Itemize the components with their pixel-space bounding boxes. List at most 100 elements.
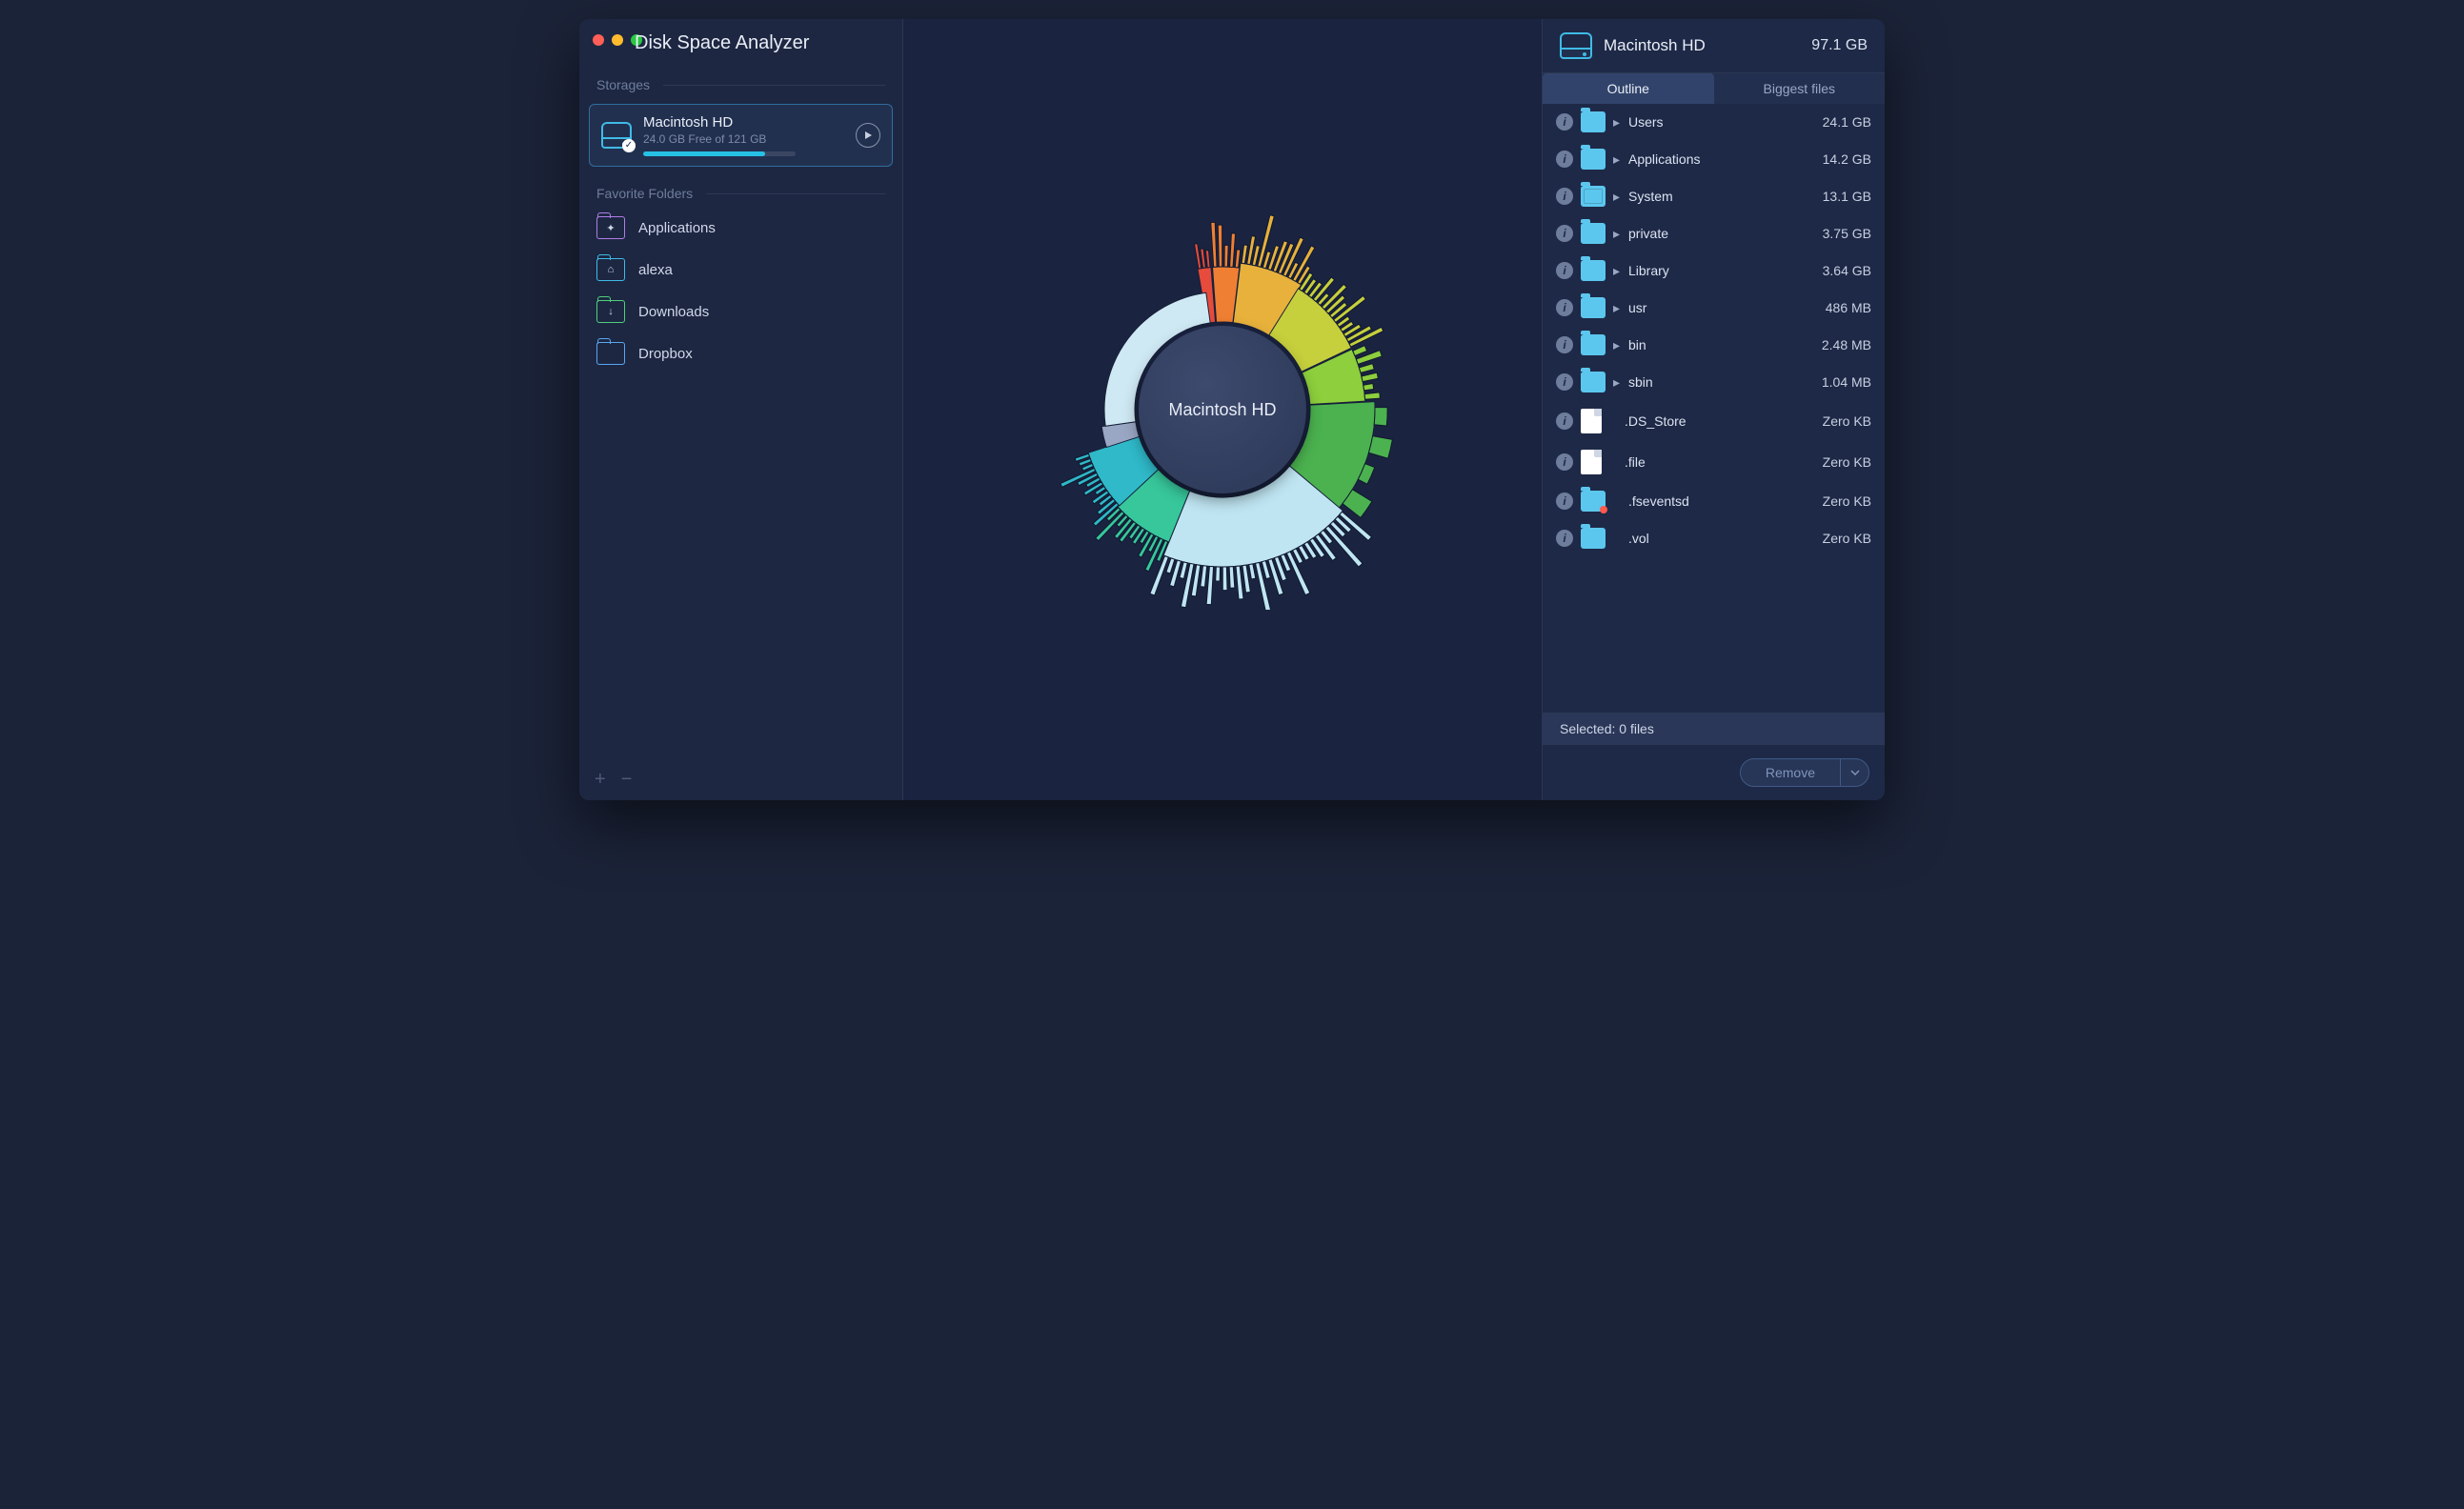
favorite-label: Downloads [638, 304, 709, 320]
favorite-item-downloads[interactable]: ↓ Downloads [579, 291, 902, 332]
disclosure-triangle-icon[interactable]: ▸ [1613, 263, 1621, 279]
storage-subtitle: 24.0 GB Free of 121 GB [643, 132, 844, 146]
right-panel-header: Macintosh HD 97.1 GB [1543, 19, 1885, 73]
outline-row[interactable]: i .fseventsd Zero KB [1543, 483, 1885, 520]
outline-item-name: sbin [1628, 374, 1814, 390]
outline-item-name: usr [1628, 300, 1818, 315]
right-panel-footer: Remove [1543, 744, 1885, 800]
folder-icon [1581, 223, 1606, 244]
outline-item-name: .fseventsd [1628, 493, 1815, 509]
outline-row[interactable]: i ▸ Library 3.64 GB [1543, 252, 1885, 290]
checkmark-badge-icon: ✓ [622, 139, 636, 152]
folder-icon [1581, 334, 1606, 355]
info-icon[interactable]: i [1556, 493, 1573, 510]
outline-item-size: 3.64 GB [1823, 263, 1871, 278]
sidebar: Disk Space Analyzer Storages ✓ Macintosh… [579, 19, 903, 800]
info-icon[interactable]: i [1556, 336, 1573, 353]
outline-row[interactable]: i ▸ usr 486 MB [1543, 290, 1885, 327]
disk-icon [1560, 32, 1592, 59]
info-icon[interactable]: i [1556, 262, 1573, 279]
scan-play-button[interactable] [856, 123, 880, 148]
info-icon[interactable]: i [1556, 530, 1573, 547]
info-icon[interactable]: i [1556, 412, 1573, 430]
outline-row[interactable]: i.volZero KB [1543, 520, 1885, 557]
disclosure-triangle-icon[interactable]: ▸ [1613, 300, 1621, 316]
storage-info: Macintosh HD 24.0 GB Free of 121 GB [643, 114, 844, 156]
storages-section-header: Storages [579, 64, 902, 98]
chart-area: Macintosh HD [903, 19, 1542, 800]
info-icon[interactable]: i [1556, 299, 1573, 316]
folder-icon [1581, 260, 1606, 281]
outline-item-size: 24.1 GB [1823, 114, 1871, 130]
outline-row[interactable]: i .DS_Store Zero KB [1543, 401, 1885, 442]
disclosure-triangle-icon[interactable]: ▸ [1613, 151, 1621, 168]
folder-icon [1581, 528, 1606, 549]
folder-icon [1581, 111, 1606, 132]
right-panel-title: Macintosh HD [1604, 36, 1800, 55]
favorite-item-alexa[interactable]: ⌂ alexa [579, 249, 902, 291]
folder-icon [1581, 372, 1606, 392]
info-icon[interactable]: i [1556, 188, 1573, 205]
outline-item-size: Zero KB [1823, 454, 1871, 470]
outline-item-name: System [1628, 189, 1815, 204]
info-icon[interactable]: i [1556, 113, 1573, 131]
outline-row[interactable]: i▸private3.75 GB [1543, 215, 1885, 252]
outline-item-name: .vol [1628, 531, 1815, 546]
remove-button[interactable]: Remove [1740, 758, 1869, 787]
disclosure-triangle-icon[interactable]: ▸ [1613, 337, 1621, 353]
outline-item-name: Library [1628, 263, 1815, 278]
tab-outline[interactable]: Outline [1543, 73, 1714, 104]
storage-usage-bar [643, 151, 796, 156]
outline-item-name: bin [1628, 337, 1814, 352]
storage-item-macintosh-hd[interactable]: ✓ Macintosh HD 24.0 GB Free of 121 GB [589, 104, 893, 167]
info-icon[interactable]: i [1556, 151, 1573, 168]
favorite-item-applications[interactable]: ✦Applications [579, 207, 902, 249]
outline-item-name: Applications [1628, 151, 1815, 167]
outline-item-size: 1.04 MB [1822, 374, 1871, 390]
outline-row[interactable]: i▸bin2.48 MB [1543, 327, 1885, 364]
disk-icon: ✓ [601, 122, 632, 149]
remove-button-dropdown[interactable] [1840, 759, 1868, 786]
outline-item-size: 486 MB [1826, 300, 1871, 315]
outline-list[interactable]: i▸Users24.1 GBi▸Applications14.2 GBi▸Sys… [1543, 104, 1885, 713]
tab-biggest-files[interactable]: Biggest files [1714, 73, 1886, 104]
file-icon [1581, 450, 1602, 474]
favorite-label: alexa [638, 262, 673, 278]
outline-item-name: private [1628, 226, 1815, 241]
sunburst-center-label: Macintosh HD [1139, 326, 1306, 493]
folder-icon [596, 342, 625, 365]
right-panel: Macintosh HD 97.1 GB Outline Biggest fil… [1542, 19, 1885, 800]
app-window: Disk Space Analyzer Storages ✓ Macintosh… [579, 19, 1885, 800]
favorite-label: Applications [638, 220, 716, 236]
disclosure-triangle-icon[interactable]: ▸ [1613, 114, 1621, 131]
selection-status: Selected: 0 files [1543, 713, 1885, 744]
outline-row[interactable]: i ▸ Users 24.1 GB [1543, 104, 1885, 141]
info-icon[interactable]: i [1556, 373, 1573, 391]
favorites-list: ✦Applications ⌂ alexa ↓ Downloads Dropbox [579, 207, 902, 374]
info-icon[interactable]: i [1556, 225, 1573, 242]
disclosure-triangle-icon[interactable]: ▸ [1613, 374, 1621, 391]
folder-icon: ⌂ [596, 258, 625, 281]
outline-item-name: Users [1628, 114, 1815, 130]
outline-item-size: Zero KB [1823, 413, 1871, 429]
disclosure-triangle-icon[interactable]: ▸ [1613, 226, 1621, 242]
favorite-item-dropbox[interactable]: Dropbox [579, 332, 902, 374]
add-favorite-button[interactable]: + [595, 769, 606, 791]
favorites-label: Favorite Folders [596, 186, 693, 201]
remove-favorite-button[interactable]: − [621, 769, 633, 791]
chevron-down-icon [1850, 768, 1860, 777]
storage-name: Macintosh HD [643, 114, 844, 131]
info-icon[interactable]: i [1556, 453, 1573, 471]
outline-item-name: .DS_Store [1625, 413, 1815, 429]
outline-row[interactable]: i▸Applications14.2 GB [1543, 141, 1885, 178]
outline-row[interactable]: i ▸ sbin 1.04 MB [1543, 364, 1885, 401]
folder-icon [1581, 491, 1606, 512]
disclosure-triangle-icon[interactable]: ▸ [1613, 189, 1621, 205]
outline-item-size: Zero KB [1823, 493, 1871, 509]
sunburst-chart[interactable]: Macintosh HD [1022, 210, 1423, 610]
outline-row[interactable]: i ▸ System 13.1 GB [1543, 178, 1885, 215]
file-icon [1581, 409, 1602, 433]
outline-row[interactable]: i.fileZero KB [1543, 442, 1885, 483]
outline-item-size: 13.1 GB [1823, 189, 1871, 204]
folder-icon: ↓ [596, 300, 625, 323]
